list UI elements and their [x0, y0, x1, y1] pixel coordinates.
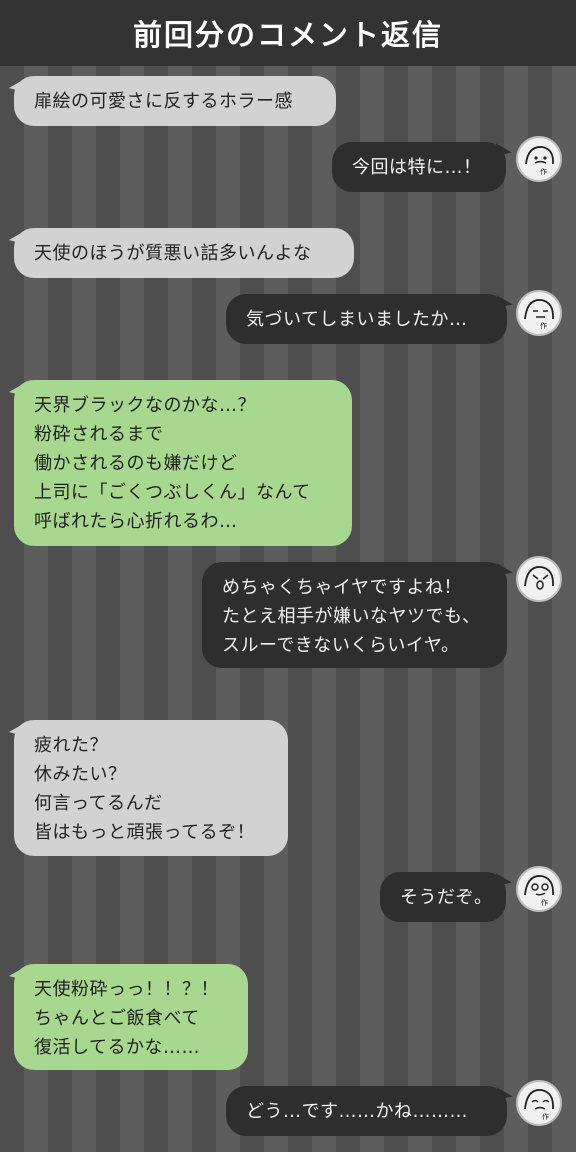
comment-bubble: 天使粉砕っっ！！？！ ちゃんとご飯食べて 復活してるかな…… — [14, 964, 248, 1070]
comment-bubble: 疲れた？ 休みたい？ 何言ってるんだ 皆はもっと頑張ってるぞ！ — [14, 720, 288, 856]
author-face-icon: 作 — [524, 299, 554, 330]
author-mark: 作 — [540, 167, 547, 176]
reply-bubble: そうだぞ。 — [380, 872, 506, 922]
reply-bubble: 今回は特に…！ — [332, 142, 506, 192]
comment-bubble: 天使のほうが質悪い話多いんよな — [14, 228, 354, 278]
author-avatar: 作 — [516, 866, 562, 912]
author-mark: 作 — [542, 1112, 549, 1121]
author-mark: 作 — [541, 898, 548, 907]
reply-bubble: 気づいてしまいましたか… — [226, 294, 507, 344]
comment-bubble: 天界ブラックなのかな…？ 粉砕されるまで 働かされるのも嫌だけど 上司に「ごくつ… — [14, 380, 352, 546]
author-avatar: 作 — [516, 136, 562, 182]
author-face-icon: 作 — [525, 146, 554, 176]
author-avatar: 作 — [516, 290, 562, 336]
reply-bubble: めちゃくちゃイヤですよね！ たとえ相手が嫌いなヤツでも、 スルーできないくらいイ… — [202, 562, 507, 668]
comment-bubble: 扉絵の可愛さに反するホラー感 — [14, 76, 336, 126]
author-face-icon: 作 — [524, 1089, 554, 1121]
header-bar: 前回分のコメント返信 — [0, 0, 576, 66]
author-face-icon — [524, 566, 554, 590]
page-title: 前回分のコメント返信 — [132, 18, 443, 52]
reply-bubble: どう…です……かね……… — [226, 1086, 507, 1136]
author-avatar — [516, 556, 562, 602]
author-face-icon: 作 — [524, 875, 554, 907]
author-avatar: 作 — [516, 1080, 562, 1126]
author-mark: 作 — [540, 321, 547, 330]
